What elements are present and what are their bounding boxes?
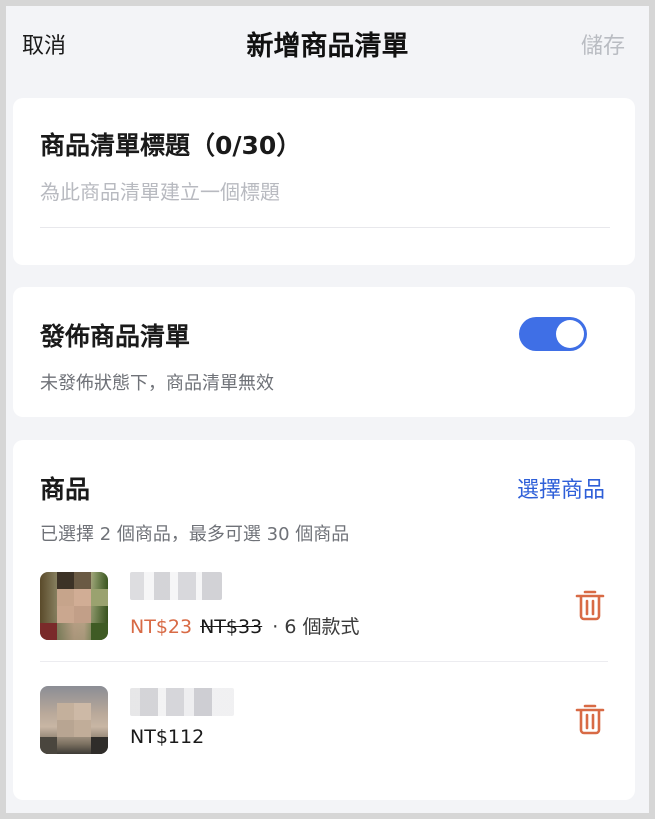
publish-hint: 未發佈狀態下，商品清單無效 — [40, 373, 274, 394]
original-price: NT$33 — [200, 616, 263, 638]
thumbnail-pixel — [57, 572, 74, 589]
product-thumbnail — [40, 686, 108, 754]
list-title-input[interactable] — [40, 176, 610, 228]
thumbnail-pixel — [74, 589, 91, 606]
product-item[interactable]: NT$112 — [40, 684, 608, 784]
product-name-redacted — [130, 688, 234, 716]
publish-label: 發佈商品清單 — [40, 322, 191, 351]
thumbnail-pixel — [57, 606, 74, 623]
product-name-redacted — [130, 572, 222, 600]
select-products-link[interactable]: 選擇商品 — [517, 472, 605, 504]
thumbnail-pixel — [74, 703, 91, 720]
product-price: NT$112 — [130, 726, 205, 748]
thumbnail-pixel — [40, 623, 57, 640]
thumbnail-pixel — [91, 623, 108, 640]
trash-icon[interactable] — [574, 588, 606, 622]
thumbnail-pixel — [91, 737, 108, 754]
page-title: 新增商品清單 — [246, 31, 409, 62]
product-thumbnail — [40, 572, 108, 640]
list-title-label: 商品清單標題（0/30） — [40, 131, 302, 160]
sale-price: NT$23 — [130, 616, 193, 638]
thumbnail-pixel — [57, 720, 74, 737]
publish-card: 發佈商品清單 未發佈狀態下，商品清單無效 — [13, 287, 635, 417]
product-price: NT$23 NT$33 · 6 個款式 — [130, 612, 359, 639]
thumbnail-pixel — [40, 737, 57, 754]
thumbnail-pixel — [57, 589, 74, 606]
thumbnail-pixel — [57, 703, 74, 720]
trash-icon[interactable] — [574, 702, 606, 736]
product-item[interactable]: NT$23 NT$33 · 6 個款式 — [40, 570, 608, 670]
divider — [40, 661, 608, 662]
variant-count: · 6 個款式 — [272, 616, 360, 638]
products-hint: 已選擇 2 個商品，最多可選 30 個商品 — [40, 524, 350, 545]
save-button[interactable]: 儲存 — [581, 28, 625, 60]
navbar: 取消 新增商品清單 儲存 — [6, 6, 649, 90]
toggle-knob — [556, 320, 584, 348]
products-label: 商品 — [40, 475, 91, 504]
thumbnail-pixel — [74, 606, 91, 623]
thumbnail-pixel — [74, 720, 91, 737]
thumbnail-pixel — [91, 589, 108, 606]
products-card: 商品 選擇商品 已選擇 2 個商品，最多可選 30 個商品 NT$23 NT$33… — [13, 440, 635, 800]
title-card: 商品清單標題（0/30） — [13, 98, 635, 265]
thumbnail-pixel — [74, 572, 91, 589]
publish-toggle[interactable] — [519, 317, 587, 351]
